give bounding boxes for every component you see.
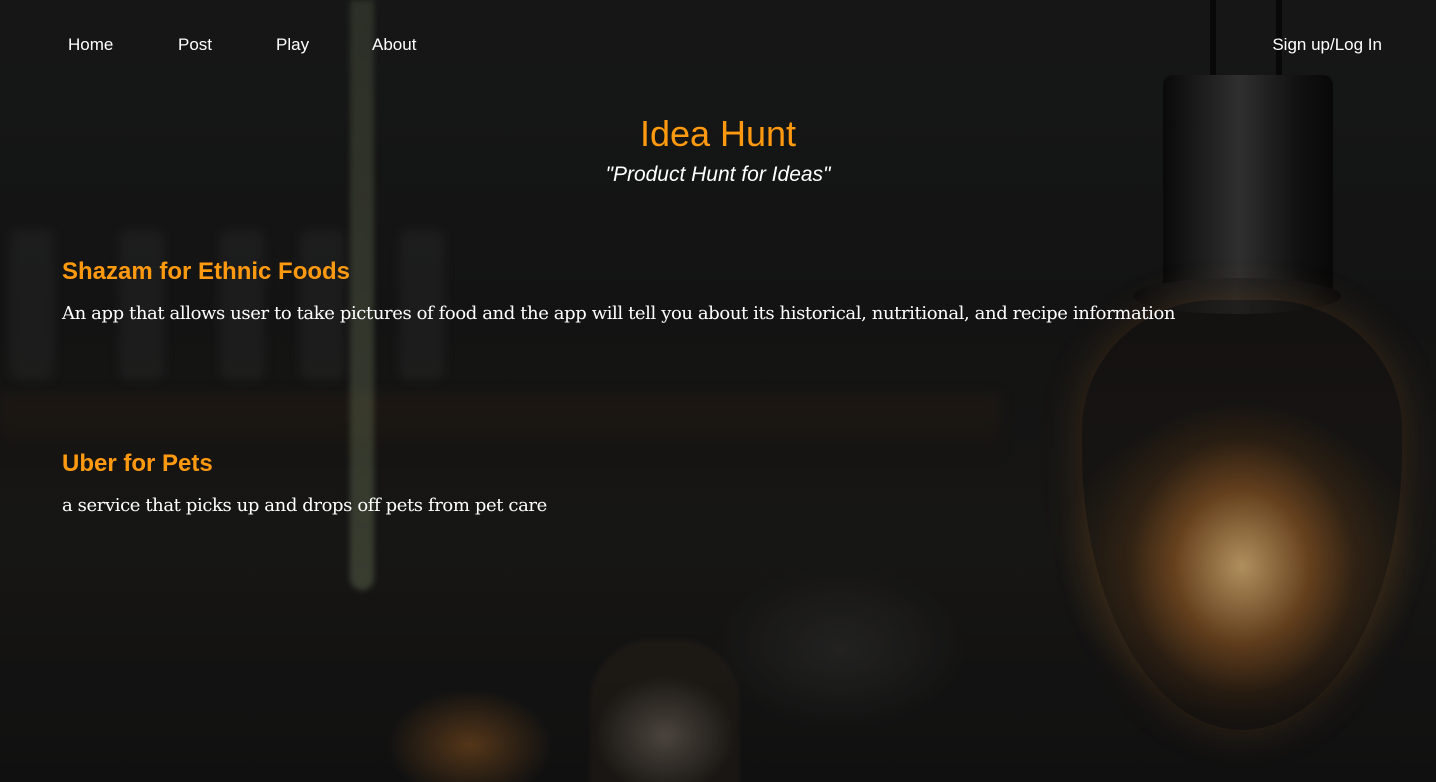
- idea-card: Shazam for Ethnic Foods An app that allo…: [62, 256, 1362, 326]
- site-tagline: "Product Hunt for Ideas": [605, 163, 831, 186]
- nav-post-link[interactable]: Post: [178, 35, 212, 55]
- hero-header: Idea Hunt "Product Hunt for Ideas": [0, 112, 1436, 188]
- idea-title[interactable]: Shazam for Ethnic Foods: [62, 256, 1362, 288]
- idea-title[interactable]: Uber for Pets: [62, 448, 1362, 480]
- idea-description: An app that allows user to take pictures…: [62, 303, 1176, 324]
- nav-play-link[interactable]: Play: [276, 35, 309, 55]
- idea-description: a service that picks up and drops off pe…: [62, 495, 547, 516]
- site-title: Idea Hunt: [639, 113, 797, 154]
- top-nav: Home Post Play About Sign up/Log In: [0, 0, 1436, 90]
- sign-up-login-link[interactable]: Sign up/Log In: [1272, 35, 1382, 55]
- nav-about-link[interactable]: About: [372, 35, 416, 55]
- nav-home-link[interactable]: Home: [68, 35, 113, 55]
- idea-card: Uber for Pets a service that picks up an…: [62, 448, 1362, 518]
